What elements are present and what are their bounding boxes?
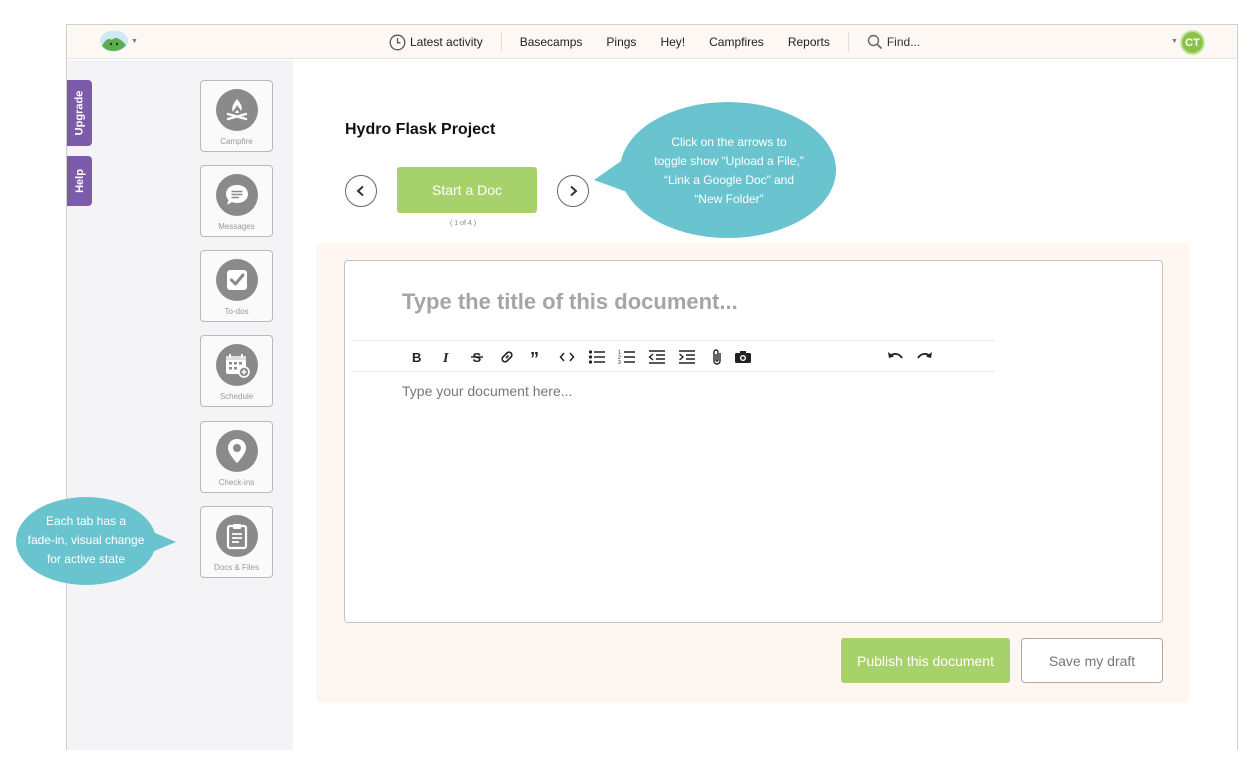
help-tab-label: Help	[73, 169, 86, 193]
redo-icon	[917, 352, 932, 359]
nav-pings[interactable]: Pings	[594, 35, 648, 49]
tool-schedule[interactable]: Schedule	[200, 335, 273, 407]
callout-line: fade-in, visual change	[27, 533, 145, 547]
nav-divider	[500, 32, 502, 52]
next-arrow-button[interactable]	[557, 175, 589, 207]
tool-docs-files[interactable]: Docs & Files	[200, 506, 273, 578]
nav-reports[interactable]: Reports	[776, 35, 842, 49]
nav-find-label: Find...	[886, 35, 921, 49]
tool-todos-label: To-dos	[224, 307, 249, 316]
callout-line: “Link a Google Doc” and	[663, 173, 795, 187]
code-icon	[559, 352, 575, 362]
camera-button[interactable]	[733, 347, 753, 367]
save-draft-button[interactable]: Save my draft	[1021, 638, 1163, 683]
indent-icon	[679, 350, 695, 364]
map-pin-icon	[215, 430, 258, 472]
indent-button[interactable]	[677, 347, 697, 367]
callout-line: for active state	[46, 552, 126, 566]
svg-text:3: 3	[618, 360, 621, 365]
sidebar: Upgrade Help Campfire Messages To-dos Sc…	[67, 60, 293, 750]
camera-icon	[735, 351, 751, 363]
svg-text:I: I	[442, 351, 449, 364]
campfire-icon	[215, 89, 258, 131]
bold-icon: B	[412, 350, 421, 364]
nav-campfires[interactable]: Campfires	[697, 35, 776, 49]
paperclip-icon	[713, 349, 721, 365]
outdent-button[interactable]	[647, 347, 667, 367]
document-editor: Type the title of this document... B I S	[344, 260, 1163, 623]
document-title-input[interactable]: Type the title of this document...	[402, 289, 738, 315]
calendar-icon	[215, 344, 258, 386]
avatar[interactable]: CT	[1180, 30, 1205, 55]
nav-latest-activity[interactable]: Latest activity	[377, 34, 495, 51]
document-panel: Type the title of this document... B I S	[316, 243, 1190, 703]
page-title: Hydro Flask Project	[345, 121, 496, 138]
nav-hey[interactable]: Hey!	[648, 35, 697, 49]
link-button[interactable]	[497, 347, 517, 367]
tool-campfire-label: Campfire	[220, 137, 253, 146]
bullet-list-icon	[588, 350, 605, 364]
clipboard-icon	[215, 515, 258, 557]
undo-button[interactable]	[885, 347, 905, 367]
callout-line: toggle show “Upload a File,”	[654, 154, 804, 168]
bold-button[interactable]: B	[407, 347, 427, 367]
logo-dropdown-caret-icon[interactable]: ▼	[131, 38, 138, 45]
tool-messages-label: Messages	[218, 222, 255, 231]
formatting-toolbar: B I S ” 1 2 3	[353, 340, 995, 372]
document-body-input[interactable]: Type your document here...	[402, 383, 572, 399]
search-icon	[867, 34, 882, 50]
quote-button[interactable]: ”	[527, 347, 547, 367]
chat-bubble-icon	[215, 174, 258, 216]
chevron-left-icon	[356, 185, 364, 197]
tool-docs-files-label: Docs & Files	[214, 563, 259, 572]
tool-messages[interactable]: Messages	[200, 165, 273, 237]
tool-checkins[interactable]: Check-ins	[200, 421, 273, 493]
strikethrough-icon: S	[471, 350, 483, 364]
basecamp-logo-icon[interactable]	[99, 30, 129, 52]
numbered-list-icon: 1 2 3	[618, 350, 635, 365]
code-button[interactable]	[557, 347, 577, 367]
top-navigation-bar: ▼ Latest activity Basecamps Pings Hey! C…	[67, 25, 1237, 59]
start-doc-button[interactable]: Start a Doc	[397, 167, 537, 213]
arrows-annotation-callout: Click on the arrows to toggle show “Uplo…	[594, 100, 839, 240]
main-nav: Latest activity Basecamps Pings Hey! Cam…	[377, 25, 932, 59]
prev-arrow-button[interactable]	[345, 175, 377, 207]
link-icon	[501, 351, 513, 363]
callout-line: “New Folder”	[694, 192, 764, 206]
attach-button[interactable]	[707, 347, 727, 367]
strikethrough-button[interactable]: S	[467, 347, 487, 367]
tool-checkins-label: Check-ins	[218, 478, 255, 487]
tool-campfire[interactable]: Campfire	[200, 80, 273, 152]
nav-find[interactable]: Find...	[855, 34, 932, 50]
upgrade-tab[interactable]: Upgrade	[67, 80, 92, 146]
chevron-right-icon	[570, 185, 578, 197]
tabs-annotation-callout: Each tab has a fade-in, visual change fo…	[14, 496, 178, 586]
undo-icon	[888, 352, 903, 359]
help-tab[interactable]: Help	[67, 156, 92, 206]
tool-schedule-label: Schedule	[219, 392, 254, 401]
clock-icon	[389, 34, 406, 50]
publish-button[interactable]: Publish this document	[841, 638, 1010, 683]
arrows-annotation-text: Click on the arrows to toggle show “Uplo…	[634, 133, 824, 209]
nav-basecamps[interactable]: Basecamps	[508, 35, 595, 49]
italic-button[interactable]: I	[437, 347, 457, 367]
outdent-icon	[648, 350, 665, 364]
nav-divider	[847, 32, 849, 52]
callout-line: Click on the arrows to	[671, 135, 787, 149]
tabs-annotation-text: Each tab has a fade-in, visual change fo…	[14, 512, 158, 569]
upgrade-tab-label: Upgrade	[73, 90, 86, 136]
nav-latest-activity-label: Latest activity	[410, 35, 483, 49]
tool-todos[interactable]: To-dos	[200, 250, 273, 322]
pager-indicator: ( 1 of 4 )	[450, 220, 477, 227]
numbered-list-button[interactable]: 1 2 3	[617, 347, 637, 367]
user-dropdown-caret-icon[interactable]: ▼	[1171, 38, 1178, 45]
callout-line: Each tab has a	[45, 514, 127, 528]
svg-text:B: B	[412, 350, 421, 364]
quote-icon: ”	[530, 350, 539, 364]
svg-text:”: ”	[530, 350, 539, 364]
redo-button[interactable]	[915, 347, 935, 367]
bullet-list-button[interactable]	[587, 347, 607, 367]
italic-icon: I	[442, 351, 449, 364]
checkbox-icon	[215, 259, 258, 301]
